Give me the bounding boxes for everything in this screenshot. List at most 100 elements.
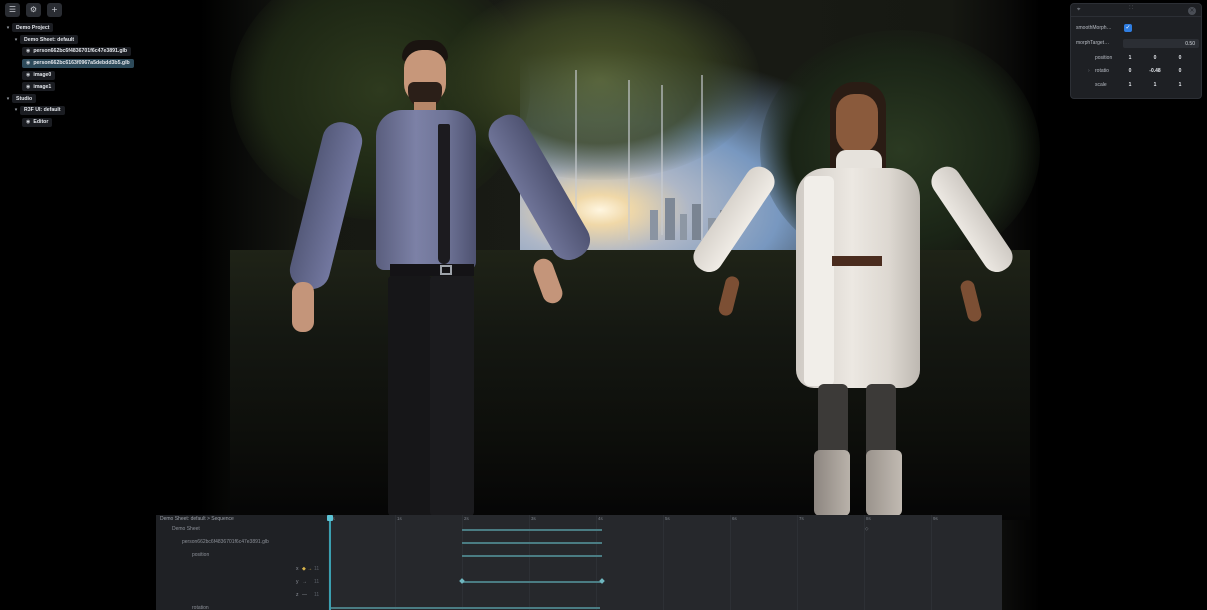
keyframe-track-position[interactable] [462, 555, 602, 557]
female-boot-left [814, 450, 850, 516]
outline-item-project[interactable]: ▾ Demo Project [4, 22, 134, 34]
playhead[interactable] [329, 515, 331, 610]
details-panel: ⌖ :: × smoothMorph… ✓ morphTarget… 0.50 … [1070, 3, 1202, 99]
close-icon[interactable]: × [1188, 7, 1196, 15]
prop-row-morph-target: morphTarget… 0.50 [1071, 38, 1203, 50]
chevron-down-icon[interactable]: ▾ [12, 107, 20, 113]
keyframe-nav-icon[interactable]: → [302, 579, 307, 585]
keyframe-track-sheet[interactable] [462, 529, 602, 531]
sequence-row-object[interactable]: person662bc6f4836701f6c47e3891.glb [182, 539, 269, 545]
grid-line [931, 515, 932, 610]
grid-line [395, 515, 396, 610]
sequence-row-rotation[interactable]: rotation [192, 605, 209, 610]
outline-label: ◉ person662bc6f4836701f6c47e3891.glb [22, 46, 132, 56]
chevron-down-icon[interactable]: ▾ [4, 25, 12, 31]
settings-button[interactable]: ⚙ [26, 3, 41, 17]
rotation-y-input[interactable]: -0.48 [1145, 68, 1165, 74]
graph-toggle-icon[interactable]: 11 [314, 566, 319, 572]
sequence-row-position[interactable]: position [192, 552, 209, 558]
keyframe-nav-icon[interactable]: ◆ → [302, 566, 312, 572]
outline-item-studio[interactable]: ▾ Studio [4, 93, 134, 105]
position-z-input[interactable]: 0 [1170, 55, 1190, 61]
outline-label: Demo Sheet: default [20, 35, 79, 45]
female-belt [832, 256, 882, 266]
keyframe-track-rotation[interactable] [330, 607, 600, 609]
grid-line [730, 515, 731, 610]
time-tick: 5s [665, 516, 670, 521]
position-y-input[interactable]: 0 [1145, 55, 1165, 61]
outline-label: Demo Project [12, 23, 54, 33]
outline-item-object[interactable]: ◉ image0 [4, 69, 134, 81]
keyframe-track-y[interactable] [462, 581, 602, 583]
female-head [836, 94, 878, 154]
chevron-right-icon[interactable]: › [1088, 68, 1090, 74]
female-avatar[interactable] [688, 80, 1018, 520]
outline-item-sheet[interactable]: ▾ Demo Sheet: default [4, 34, 134, 46]
pin-icon[interactable]: ⌖ [1077, 6, 1080, 14]
outline-panel: ▾ Demo Project ▾ Demo Sheet: default ◉ pe… [4, 22, 134, 128]
grid-line [797, 515, 798, 610]
time-tick: 7s [799, 516, 804, 521]
graph-toggle-icon[interactable]: 11 [314, 592, 319, 598]
graph-toggle-icon[interactable]: 11 [314, 579, 319, 585]
prop-label: position [1095, 55, 1113, 61]
chevron-down-icon[interactable]: ▾ [4, 96, 12, 102]
scale-y-input[interactable]: 1 [1145, 82, 1165, 88]
drag-handle-icon[interactable]: :: [1129, 5, 1134, 11]
time-tick: 6s [732, 516, 737, 521]
male-avatar[interactable] [286, 38, 597, 518]
male-trousers-left [388, 276, 432, 516]
female-scarf-drape [804, 176, 834, 386]
keyframe[interactable] [459, 578, 465, 584]
rotation-x-input[interactable]: 0 [1120, 68, 1140, 74]
playhead-handle[interactable] [327, 515, 333, 521]
prop-row-rotation: › rotatio 0 -0.48 0 [1071, 66, 1203, 78]
scale-x-input[interactable]: 1 [1120, 82, 1140, 88]
morph-target-input[interactable]: 0.50 [1123, 39, 1199, 48]
object-icon: ◉ [26, 119, 31, 126]
keyframe-track-object[interactable] [462, 542, 602, 544]
keyframe[interactable] [599, 578, 605, 584]
male-arm-left [286, 118, 366, 293]
male-belt [390, 264, 474, 276]
sequence-editor: Demo Sheet: default > Sequence Demo Shee… [156, 515, 1002, 610]
outline-item-object-selected[interactable]: ◉ person662bc6163f0967a5debdd3b5.glb [4, 57, 134, 69]
sheet-marker-icon[interactable]: ◇ [865, 526, 868, 532]
add-button[interactable]: + [47, 3, 62, 17]
outline-label: Studio [12, 94, 37, 104]
outline-label: ◉ image0 [22, 70, 56, 80]
sequence-row-z-label: z [296, 592, 299, 598]
scale-z-input[interactable]: 1 [1170, 82, 1190, 88]
male-hand-right [530, 255, 566, 307]
male-trousers-right [430, 276, 474, 516]
morph-target-value: 0.50 [1185, 40, 1195, 47]
time-tick: 8s [866, 516, 871, 521]
outline-label: ◉ Editor [22, 117, 53, 127]
chevron-down-icon[interactable]: ▾ [12, 37, 20, 43]
sequence-property-list: Demo Sheet: default > Sequence Demo Shee… [156, 515, 328, 610]
outline-label: ◉ person662bc6163f0967a5debdd3b5.glb [22, 58, 134, 68]
sequence-row-x-label: x [296, 566, 299, 572]
male-shirt [376, 110, 476, 270]
outline-item-object[interactable]: ◉ person662bc6f4836701f6c47e3891.glb [4, 46, 134, 58]
boat-mast [628, 80, 630, 240]
smooth-morph-checkbox[interactable]: ✓ [1124, 24, 1132, 32]
male-tie [438, 124, 450, 264]
sequence-title: Demo Sheet: default > Sequence [160, 516, 234, 522]
time-tick: 1s [397, 516, 402, 521]
sequence-timeline[interactable]: 0s 1s 2s 3s 4s 5s 6s 7s 8s 9s ◇ [328, 515, 1002, 610]
female-boot-right [866, 450, 902, 516]
position-x-input[interactable]: 1 [1120, 55, 1140, 61]
outline-item-object[interactable]: ◉ image1 [4, 81, 134, 93]
rotation-z-input[interactable]: 0 [1170, 68, 1190, 74]
outline-toggle-button[interactable]: ☰ [5, 3, 20, 17]
prop-row-scale: scale 1 1 1 [1071, 80, 1203, 92]
outline-item-editor[interactable]: ◉ Editor [4, 116, 134, 128]
keyframe-nav-icon[interactable]: — [302, 592, 307, 598]
settings-icon: ⚙ [29, 5, 38, 14]
time-tick: 3s [531, 516, 536, 521]
time-tick: 9s [933, 516, 938, 521]
outline-item-r3f[interactable]: ▾ R3F UI: default [4, 105, 134, 117]
add-icon: + [51, 5, 58, 14]
sequence-row-sheet[interactable]: Demo Sheet [172, 526, 200, 532]
